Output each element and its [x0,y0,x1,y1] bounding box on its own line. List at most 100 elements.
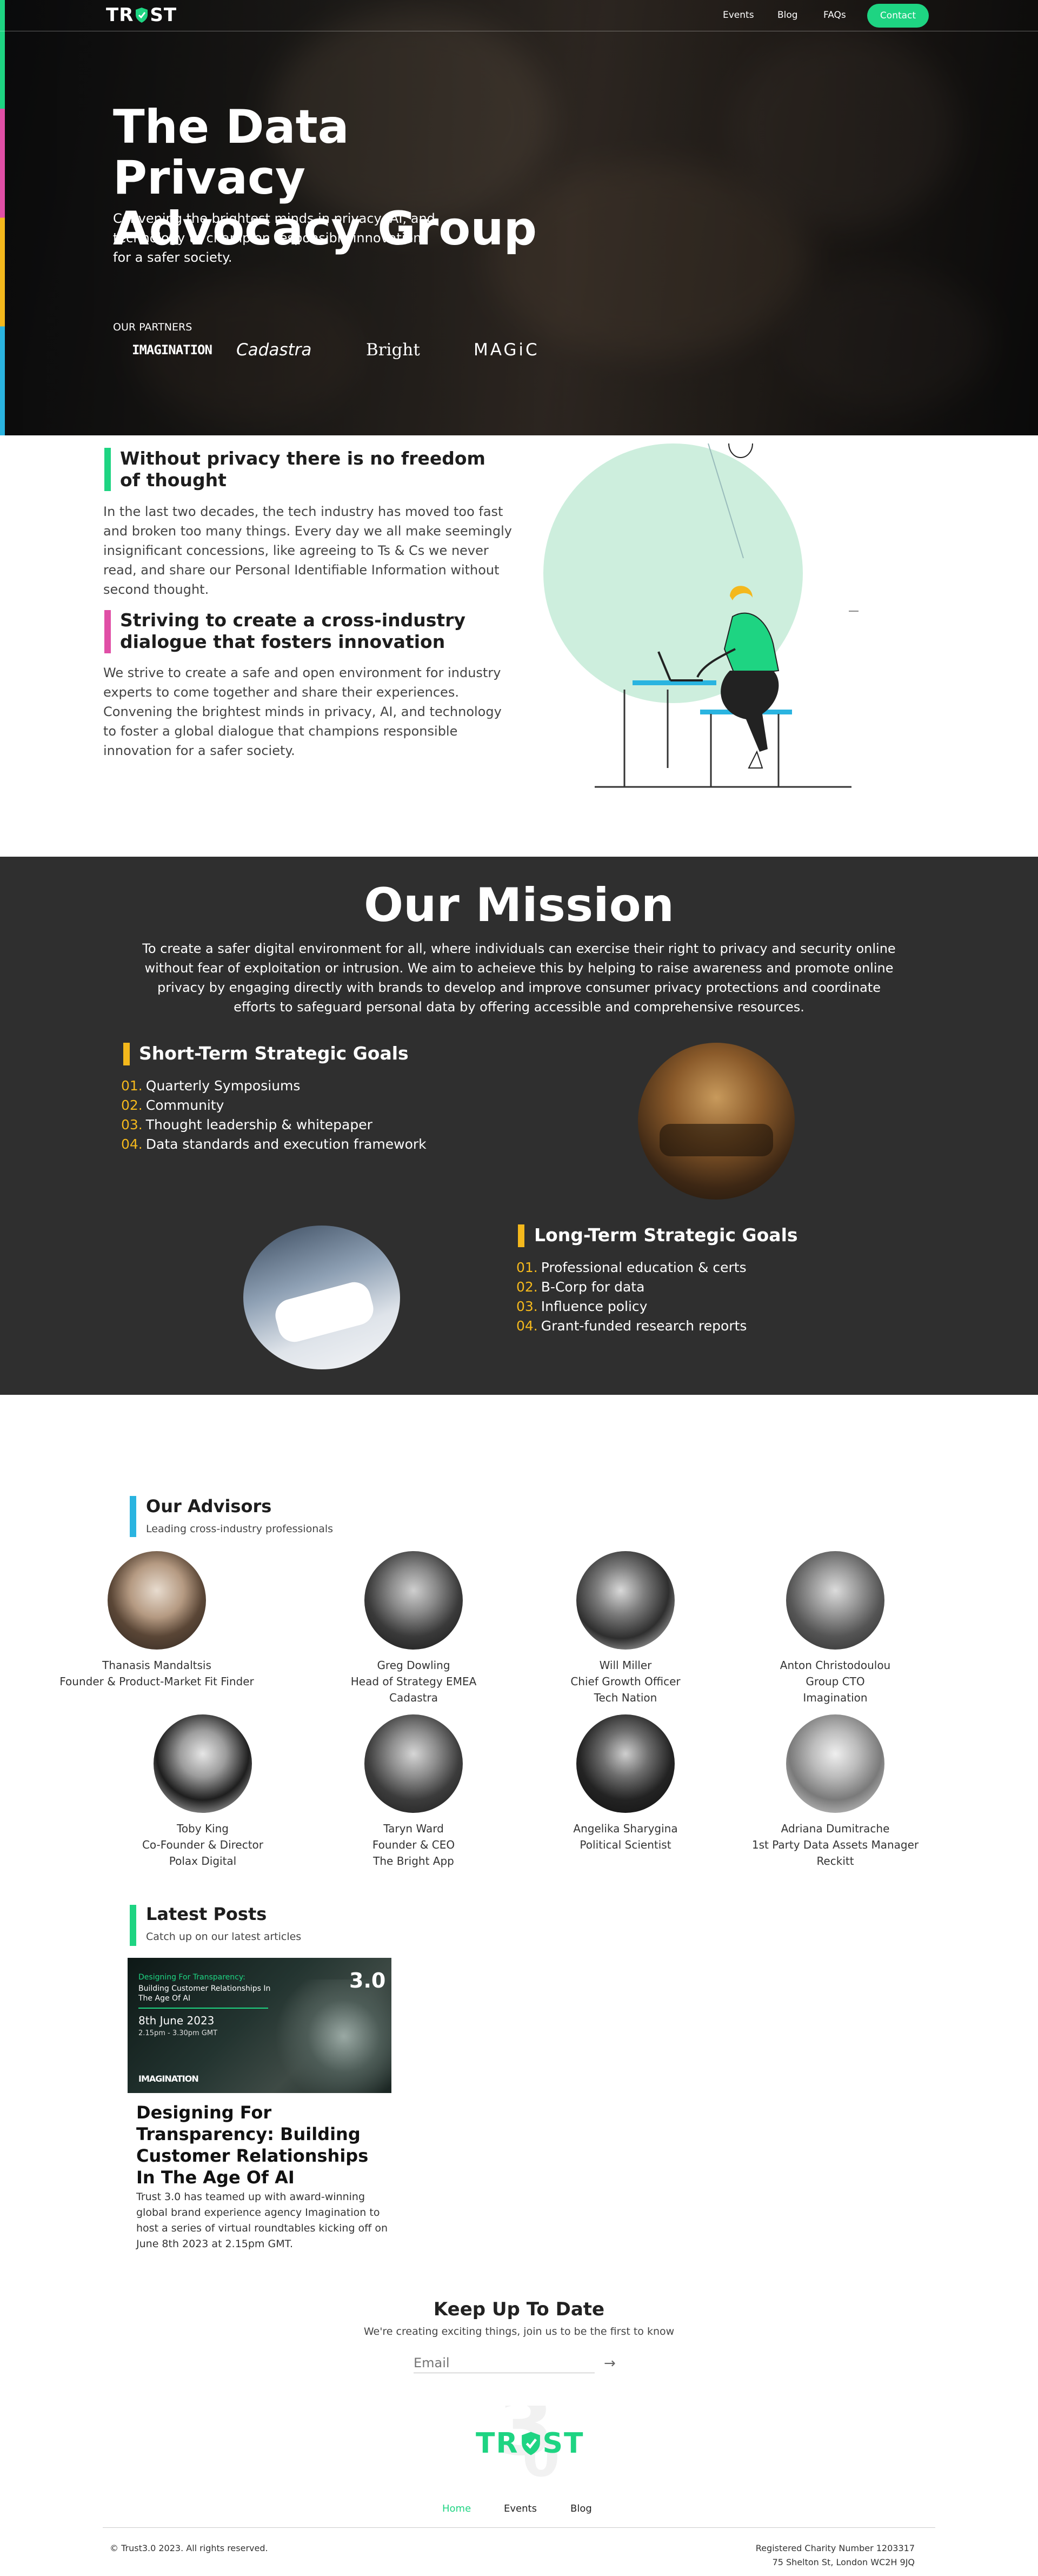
advisor-card[interactable]: Greg Dowling Head of Strategy EMEA Cadastr… [314,1551,514,1706]
person-laptop-illustration [543,443,859,788]
posts-title: Latest Posts [146,1904,267,1924]
partner-imagination-logo: IMAGINATION [132,342,212,357]
accent-bar-pink [104,610,111,653]
advisor-org: Reckitt [816,1855,854,1868]
advisor-card[interactable]: Anton Christodoulou Group CTO Imagination [735,1551,935,1706]
address: 75 Shelton St, London WC2H 9JQ [772,2557,915,2567]
short-term-list: 01. Quarterly Symposiums 02. Community 03.… [121,1076,427,1154]
list-item: 02. Community [121,1097,224,1113]
advisor-role: Political Scientist [580,1838,671,1851]
advisor-card[interactable]: Thanasis Mandaltsis Founder & Product-Mar… [57,1551,257,1690]
shield-icon [521,2432,540,2455]
advisor-role: Chief Growth Officer [570,1675,681,1688]
accent-bar-green [130,1905,136,1946]
advisor-role: Founder & CEO [372,1838,455,1851]
advisor-name: Angelika Sharygina [573,1822,678,1835]
partner-bright-logo: Bright [366,340,420,360]
accent-bar-yellow [518,1224,524,1247]
shield-icon [136,8,148,23]
avatar [108,1551,206,1650]
advisor-org: The Bright App [373,1855,454,1868]
advisor-name: Toby King [177,1822,229,1835]
post-title[interactable]: Designing For Transparency: Building Cus… [136,2102,390,2188]
dialogue-heading: Striving to create a cross-industry dial… [120,610,465,652]
advisor-role: Group CTO [806,1675,865,1688]
partner-magic-logo: MAGiC [474,340,540,360]
advisor-card[interactable]: Will Miller Chief Growth Officer Tech Nati… [525,1551,726,1706]
advisor-name: Thanasis Mandaltsis [102,1659,211,1672]
posts-subtitle: Catch up on our latest articles [146,1931,302,1943]
nav-faqs[interactable]: FAQs [823,10,846,21]
banner-title: Designing For Transparency: [138,1973,245,1982]
newsletter-title: Keep Up To Date [433,2299,605,2320]
advisor-name: Will Miller [599,1659,652,1672]
advisors-title: Our Advisors [146,1496,272,1517]
mission-title: Our Mission [364,878,674,932]
avatar [786,1714,884,1813]
advisor-card[interactable]: Adriana Dumitrache 1st Party Data Assets … [735,1714,935,1869]
advisor-name: Adriana Dumitrache [781,1822,890,1835]
email-field[interactable] [414,2353,595,2373]
newsletter-subtitle: We're creating exciting things, join us … [363,2326,675,2337]
signing-photo [243,1226,400,1369]
partner-cadastra-logo: Cadastra [236,340,312,360]
list-item: 04. Grant-funded research reports [516,1318,747,1334]
short-term-title: Short-Term Strategic Goals [139,1043,409,1064]
banner-brand: IMAGINATION [138,2074,199,2084]
hero-subtitle: Convening the brightest minds in privacy… [113,211,435,265]
footer-divider [103,2527,935,2528]
footer-nav-blog[interactable]: Blog [570,2503,592,2514]
advisor-card[interactable]: Angelika Sharygina Political Scientist [525,1714,726,1853]
advisor-name: Anton Christodoulou [780,1659,891,1672]
advisor-card[interactable]: Taryn Ward Founder & CEO The Bright App [314,1714,514,1869]
accent-bar-yellow [123,1043,130,1065]
list-item: 01. Professional education & certs [516,1260,747,1275]
avatar [576,1551,675,1650]
footer-nav-home[interactable]: Home [442,2503,471,2514]
avatar [154,1714,252,1813]
footer-logo-text: TR ST [476,2427,584,2460]
advisor-name: Greg Dowling [377,1659,450,1672]
privacy-heading: Without privacy there is no freedom of t… [120,448,485,491]
list-item: 03. Influence policy [516,1299,648,1314]
symposium-photo [638,1043,795,1200]
post-banner[interactable]: Designing For Transparency: Building Cus… [128,1958,391,2093]
advisor-role: 1st Party Data Assets Manager [751,1838,919,1851]
charity-number: Registered Charity Number 1203317 [755,2543,915,2553]
advisor-name: Taryn Ward [383,1822,444,1835]
arrow-right-icon[interactable]: → [604,2355,616,2372]
advisor-org: Polax Digital [169,1855,237,1868]
avatar [786,1551,884,1650]
dialogue-paragraph: We strive to create a safe and open envi… [103,665,502,758]
advisors-subtitle: Leading cross-industry professionals [146,1523,334,1535]
advisor-card[interactable]: Toby King Co-Founder & Director Polax Digi… [103,1714,303,1869]
footer-nav-events[interactable]: Events [504,2503,537,2514]
banner-badge: 3.0 [349,1969,386,1992]
list-item: 01. Quarterly Symposiums [121,1078,301,1094]
long-term-title: Long-Term Strategic Goals [534,1224,798,1246]
accent-bar-green [104,448,111,491]
nav-events[interactable]: Events [723,10,754,21]
contact-button[interactable]: Contact [867,4,929,28]
advisor-role: Co-Founder & Director [142,1838,264,1851]
advisor-org: Cadastra [389,1691,438,1704]
accent-bar-blue [130,1496,136,1537]
logo[interactable]: TR ST [106,4,177,26]
avatar [576,1714,675,1813]
avatar [364,1551,463,1650]
banner-subtitle: Building Customer Relationships In The A… [138,1984,271,2003]
mission-text: To create a safer digital environment fo… [142,941,896,1015]
advisor-role: Head of Strategy EMEA [350,1675,477,1688]
advisor-org: Imagination [803,1691,868,1704]
avatar [364,1714,463,1813]
partners-label: OUR PARTNERS [113,321,192,333]
top-nav: TR ST Events Blog FAQs Contact [0,0,1038,31]
list-item: 02. B-Corp for data [516,1279,645,1295]
copyright: © Trust3.0 2023. All rights reserved. [110,2543,268,2553]
banner-time: 2.15pm - 3.30pm GMT [138,2029,218,2037]
advisor-org: Tech Nation [594,1691,657,1704]
privacy-paragraph: In the last two decades, the tech indust… [103,504,512,597]
list-item: 03. Thought leadership & whitepaper [121,1117,372,1133]
post-description: Trust 3.0 has teamed up with award-winni… [136,2191,388,2250]
nav-blog[interactable]: Blog [777,10,798,21]
